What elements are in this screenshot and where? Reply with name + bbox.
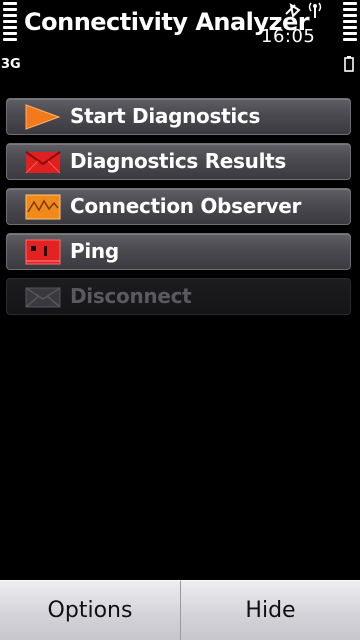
main-menu: Start Diagnostics Diagnostics Results Co… [6,98,351,323]
menu-item-start-diagnostics[interactable]: Start Diagnostics [6,98,351,135]
signal-strength-icon [3,2,17,44]
battery-level-icon [343,2,357,44]
softkey-bar: Options Hide [0,580,360,640]
menu-item-label: Start Diagnostics [70,104,261,128]
battery-icon [344,56,354,72]
menu-item-connection-observer[interactable]: Connection Observer [6,188,351,225]
menu-item-label: Ping [70,239,119,263]
hide-softkey[interactable]: Hide [180,580,360,640]
graph-icon [25,194,61,220]
options-softkey[interactable]: Options [0,580,180,640]
menu-item-diagnostics-results[interactable]: Diagnostics Results [6,143,351,180]
envelope-icon [25,151,61,174]
alarm-icon [285,2,301,18]
play-triangle-icon [25,104,61,130]
ping-icon [25,239,61,265]
menu-item-label: Disconnect [70,284,192,308]
menu-item-disconnect[interactable]: Disconnect [6,278,351,315]
disconnect-envelope-icon [25,287,61,308]
antenna-icon [308,2,322,18]
network-type-label: 3G [1,57,21,72]
menu-item-label: Connection Observer [70,194,302,218]
clock: 16:05 [261,26,316,47]
menu-item-ping[interactable]: Ping [6,233,351,270]
status-bar: Connectivity Analyzer 16:05 3G [0,0,360,80]
menu-item-label: Diagnostics Results [70,149,287,173]
